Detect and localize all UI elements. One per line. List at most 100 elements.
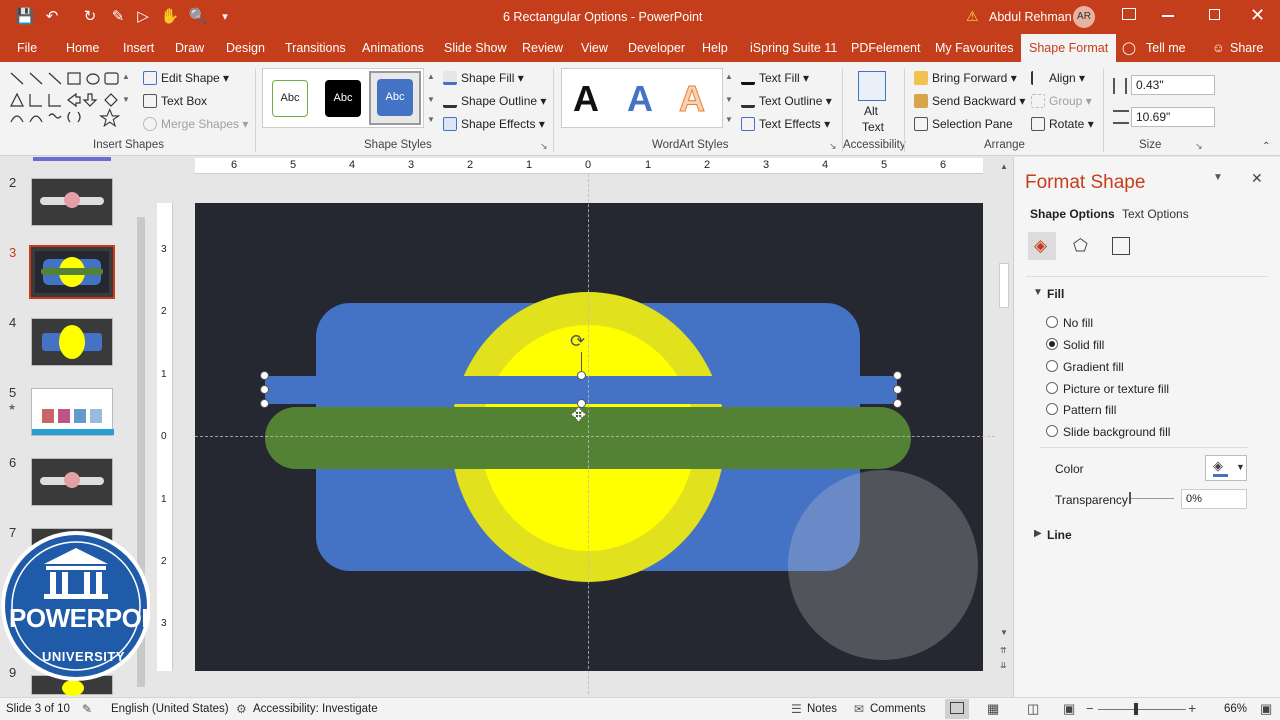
restore-icon[interactable] [1209,9,1220,20]
style-fill-black[interactable]: Abc [325,80,361,117]
size-dialog-launcher-icon[interactable]: ↘ [1195,141,1203,152]
slide-sorter-icon[interactable]: ▦ [987,701,999,717]
touch-mode-icon[interactable]: ✋ [160,7,180,27]
undo-icon[interactable]: ↶ [42,7,62,27]
user-name[interactable]: Abdul Rehman [989,10,1072,24]
notes-icon[interactable]: ☰ [791,702,802,716]
normal-view-icon[interactable] [950,702,964,714]
tab-design[interactable]: Design [226,34,265,62]
slide-background-fill-radio[interactable] [1046,425,1058,437]
tell-me-search[interactable]: Tell me [1146,34,1186,62]
tab-draw[interactable]: Draw [175,34,204,62]
shape-height-input[interactable]: 0.43" [1131,75,1215,95]
transparency-slider[interactable] [1130,498,1174,499]
notes-button[interactable]: Notes [807,703,837,715]
customize-qat-icon[interactable]: ▾ [215,7,235,27]
wordart-scroll-down-icon[interactable]: ▼ [725,95,733,104]
save-icon[interactable]: 💾 [15,7,35,27]
text-fill-button[interactable]: Text Fill ▾ [741,69,809,87]
tab-developer[interactable]: Developer [628,34,685,62]
resize-handle-tr[interactable] [893,371,902,380]
gallery-scroll-up-icon[interactable]: ▲ [122,72,130,81]
shape-fill-button[interactable]: Shape Fill ▾ [443,69,524,87]
zoom-slider-thumb[interactable] [1134,703,1138,715]
share-button[interactable]: Share [1230,34,1263,62]
minimize-icon[interactable] [1162,15,1174,17]
text-options-tab[interactable]: Text Options [1122,207,1189,221]
style-fill-blue[interactable]: Abc [377,79,413,116]
styles-more-icon[interactable]: ▼ [427,115,435,124]
slide-counter[interactable]: Slide 3 of 10 [6,703,70,715]
rotate-button[interactable]: Rotate ▾ [1031,115,1094,133]
wordart-scroll-up-icon[interactable]: ▲ [725,72,733,81]
text-box-button[interactable]: Text Box [143,92,207,110]
wordart-style-blue[interactable]: A [627,78,653,120]
alt-text-label-2[interactable]: Text [862,120,884,134]
zoom-in-icon[interactable]: + [1188,700,1196,716]
shape-width-input[interactable]: 10.69" [1131,107,1215,127]
solid-fill-label[interactable]: Solid fill [1063,338,1104,352]
gradient-fill-label[interactable]: Gradient fill [1063,360,1124,374]
avatar[interactable]: AR [1073,6,1095,28]
tab-pdfelement[interactable]: PDFelement [851,34,920,62]
collapse-ribbon-icon[interactable]: ⌃ [1262,141,1270,152]
tab-animations[interactable]: Animations [362,34,424,62]
align-button[interactable]: Align ▾ [1031,69,1085,87]
pane-options-icon[interactable]: ▼ [1213,172,1223,183]
transparency-input[interactable]: 0% [1181,489,1247,509]
tab-review[interactable]: Review [522,34,563,62]
wordart-style-black[interactable]: A [573,78,599,120]
bring-forward-button[interactable]: Bring Forward ▾ [914,69,1017,87]
fit-slide-icon[interactable]: ▣ [1260,701,1272,717]
tab-shape-format[interactable]: Shape Format [1021,34,1117,62]
format-painter-icon[interactable]: ✎ [108,7,128,27]
slide-thumbnail-6[interactable] [31,458,113,506]
fill-section-header[interactable]: Fill [1047,287,1064,301]
start-presentation-icon[interactable]: ▷ [133,7,153,27]
line-section-header[interactable]: Line [1047,528,1072,542]
resize-handle-ml[interactable] [260,385,269,394]
fill-collapse-icon[interactable]: ▼ [1033,287,1043,298]
ribbon-display-icon[interactable] [1122,8,1136,20]
spell-check-icon[interactable]: ✎ [82,702,92,716]
solid-fill-radio[interactable] [1046,338,1058,350]
zoom-out-icon[interactable]: − [1086,701,1094,716]
vertical-guide[interactable] [588,174,589,694]
wordart-more-icon[interactable]: ▼ [725,115,733,124]
tab-home[interactable]: Home [66,34,99,62]
slide-thumbnail-4[interactable] [31,318,113,366]
pattern-fill-radio[interactable] [1046,403,1058,415]
close-icon[interactable]: ✕ [1250,5,1265,26]
alt-text-icon[interactable] [858,71,886,101]
fill-line-icon[interactable]: ◈ [1034,236,1047,256]
redo-icon[interactable]: ↻ [80,7,100,27]
effects-pentagon-icon[interactable]: ⬠ [1073,236,1088,256]
tab-view[interactable]: View [581,34,608,62]
slide-thumbnail-5[interactable] [31,388,114,436]
picture-fill-label[interactable]: Picture or texture fill [1063,382,1169,396]
alt-text-label-1[interactable]: Alt [864,104,878,118]
tab-transitions[interactable]: Transitions [285,34,346,62]
comments-icon[interactable]: ✉ [854,702,864,716]
transparency-slider-thumb[interactable] [1129,492,1131,504]
color-picker-button[interactable]: ◈ ▼ [1205,455,1247,481]
pane-close-icon[interactable]: ✕ [1251,170,1263,187]
size-properties-icon[interactable] [1112,237,1130,255]
canvas-scrollbar[interactable]: ▲ ▼ ⇈ ⇊ [997,158,1011,680]
slide-canvas[interactable] [195,203,983,671]
group-button[interactable]: Group ▾ [1031,92,1092,110]
no-fill-radio[interactable] [1046,316,1058,328]
tab-my-favourites[interactable]: My Favourites [935,34,1014,62]
accessibility-icon[interactable]: ⚙ [236,702,247,716]
shapes-gallery[interactable] [8,70,136,132]
styles-scroll-down-icon[interactable]: ▼ [427,95,435,104]
slideshow-view-icon[interactable]: ▣ [1063,701,1075,717]
shape-outline-button[interactable]: Shape Outline ▾ [443,92,546,110]
text-outline-button[interactable]: Text Outline ▾ [741,92,832,110]
gradient-fill-radio[interactable] [1046,360,1058,372]
resize-handle-mr[interactable] [893,385,902,394]
slide-thumbnail-2[interactable] [31,178,113,226]
tab-ispring[interactable]: iSpring Suite 11 [750,34,837,62]
language-indicator[interactable]: English (United States) [111,703,229,715]
tab-insert[interactable]: Insert [123,34,154,62]
